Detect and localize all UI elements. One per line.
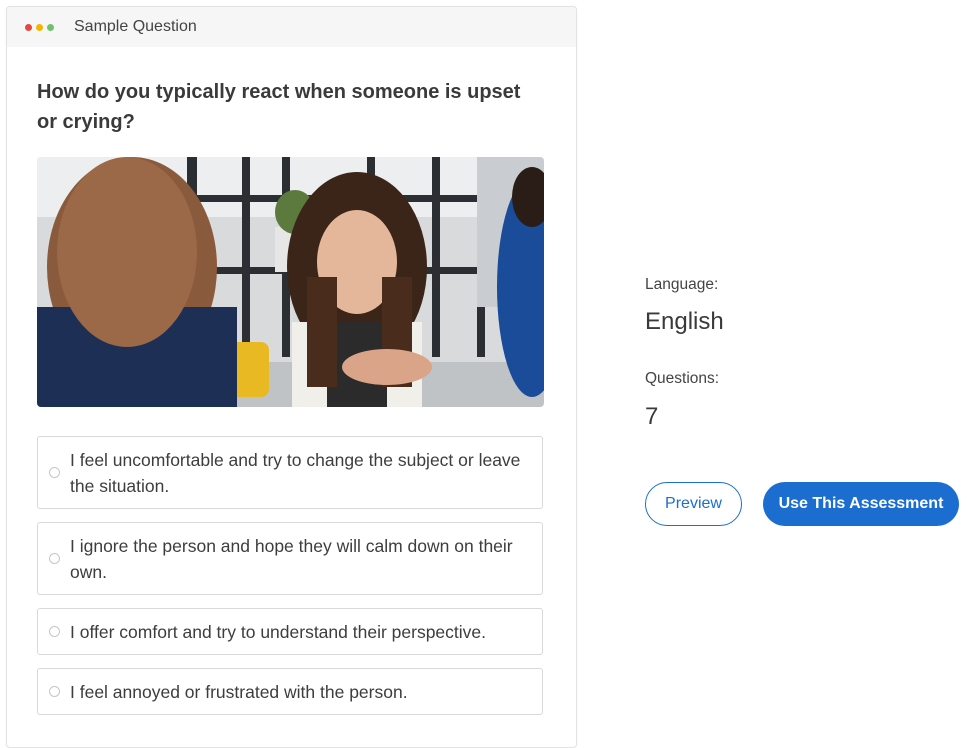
window-dots [25,23,54,31]
question-text: How do you typically react when someone … [37,81,521,133]
answer-option-label: I ignore the person and hope they will c… [70,535,513,582]
green-dot-icon [47,23,54,31]
answer-option-label: I feel annoyed or frustrated with the pe… [70,681,408,702]
answer-option-1[interactable]: I feel uncomfortable and try to change t… [37,436,543,509]
red-dot-icon [25,23,32,31]
questions-label: Questions: [645,370,720,387]
questions-count: 7 [645,403,659,430]
radio-button[interactable] [49,686,60,697]
language-value: English [645,308,724,335]
radio-button[interactable] [49,467,60,478]
answer-option-label: I offer comfort and try to understand th… [70,621,487,642]
answer-option-label: I feel uncomfortable and try to change t… [70,449,521,496]
language-label: Language: [645,276,719,293]
card-header-title: Sample Question [74,18,197,35]
radio-button[interactable] [49,626,60,637]
sample-question-card: Sample Question How do you typically rea… [6,6,577,748]
answer-option-4[interactable]: I feel annoyed or frustrated with the pe… [37,668,543,715]
yellow-dot-icon [36,23,43,31]
card-header: Sample Question [7,7,576,47]
answer-option-3[interactable]: I offer comfort and try to understand th… [37,608,543,655]
preview-button[interactable]: Preview [645,482,742,526]
answer-option-2[interactable]: I ignore the person and hope they will c… [37,522,543,595]
question-photo [37,157,544,407]
use-assessment-button[interactable]: Use This Assessment [763,482,959,526]
radio-button[interactable] [49,553,60,564]
